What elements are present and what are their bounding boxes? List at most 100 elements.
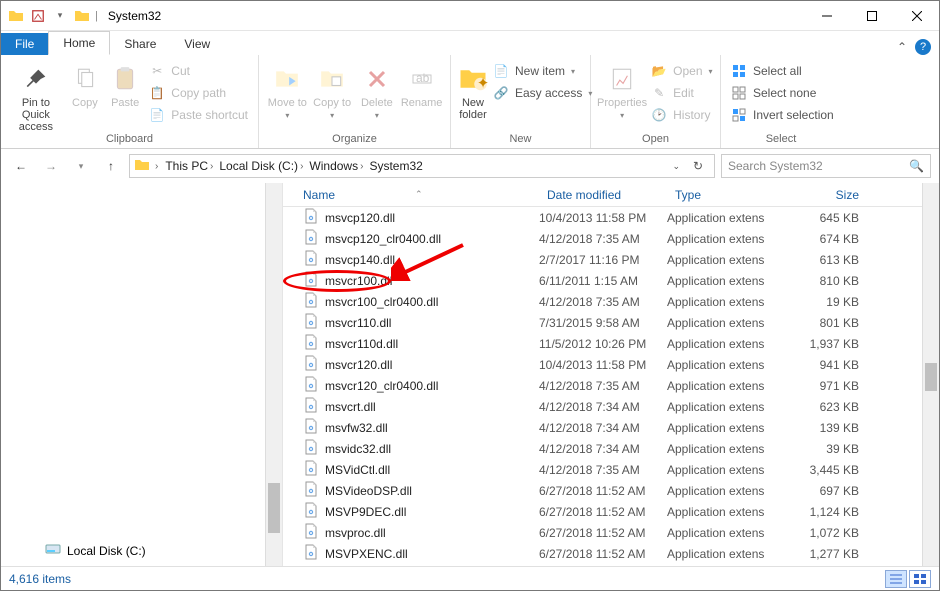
file-row[interactable]: msvcp140.dll2/7/2017 11:16 PMApplication… (283, 249, 939, 270)
crumb-windows[interactable]: Windows› (307, 159, 365, 173)
nav-scrollbar[interactable] (265, 183, 282, 566)
file-row[interactable]: MSVP9DEC.dll6/27/2018 11:52 AMApplicatio… (283, 501, 939, 522)
ribbon-collapse-icon[interactable]: ⌃ (897, 40, 907, 54)
address-bar[interactable]: › This PC› Local Disk (C:)› Windows› Sys… (129, 154, 715, 178)
group-label-select: Select (721, 133, 841, 148)
file-size-cell: 1,072 KB (787, 526, 877, 540)
file-row[interactable]: msvcr100.dll6/11/2011 1:15 AMApplication… (283, 270, 939, 291)
file-row[interactable]: MSVidCtl.dll4/12/2018 7:35 AMApplication… (283, 459, 939, 480)
file-row[interactable]: msvcr110.dll7/31/2015 9:58 AMApplication… (283, 312, 939, 333)
select-all-button[interactable]: Select all (727, 61, 838, 81)
svg-text:ab: ab (416, 71, 430, 85)
dll-file-icon (303, 313, 319, 332)
file-row[interactable]: msvcp120_clr0400.dll4/12/2018 7:35 AMApp… (283, 228, 939, 249)
thumbnails-view-button[interactable] (909, 570, 931, 588)
file-row[interactable]: MSVideoDSP.dll6/27/2018 11:52 AMApplicat… (283, 480, 939, 501)
dll-file-icon (303, 481, 319, 500)
file-name-cell: msvcr120.dll (283, 355, 539, 374)
tab-home[interactable]: Home (48, 31, 110, 55)
qat-properties-icon[interactable] (29, 7, 47, 25)
file-name-cell: msvproc.dll (283, 523, 539, 542)
file-date-cell: 10/4/2013 11:58 PM (539, 211, 667, 225)
properties-button[interactable]: Properties▾ (597, 59, 647, 120)
file-row[interactable]: msvcr110d.dll11/5/2012 10:26 PMApplicati… (283, 333, 939, 354)
file-row[interactable]: msvcrt.dll4/12/2018 7:34 AMApplication e… (283, 396, 939, 417)
chevron-right-icon[interactable]: › (152, 161, 161, 172)
nav-local-disk[interactable]: Local Disk (C:) (45, 541, 146, 560)
column-date[interactable]: Date modified (539, 188, 667, 202)
file-row[interactable]: MSVPXENC.dll6/27/2018 11:52 AMApplicatio… (283, 543, 939, 564)
move-to-button[interactable]: Move to▾ (265, 59, 310, 120)
paste-icon (109, 63, 141, 95)
open-button[interactable]: 📂Open▾ (647, 61, 716, 81)
column-size[interactable]: Size (787, 188, 877, 202)
pin-quick-access-button[interactable]: Pin to Quick access (7, 59, 65, 133)
delete-button[interactable]: Delete▾ (355, 59, 400, 120)
copy-button[interactable]: Copy (65, 59, 105, 109)
navigation-pane[interactable]: Local Disk (C:) (1, 183, 283, 566)
file-row[interactable]: msvcp120.dll10/4/2013 11:58 PMApplicatio… (283, 207, 939, 228)
edit-button[interactable]: ✎Edit (647, 83, 716, 103)
file-size-cell: 971 KB (787, 379, 877, 393)
dll-file-icon (303, 376, 319, 395)
file-name-cell: MSVPXENC.dll (283, 544, 539, 563)
column-name[interactable]: Name⌃ (283, 188, 539, 202)
file-row[interactable]: msvcr120_clr0400.dll4/12/2018 7:35 AMApp… (283, 375, 939, 396)
chevron-down-icon[interactable]: ▾ (51, 7, 69, 25)
file-row[interactable]: msvidc32.dll4/12/2018 7:34 AMApplication… (283, 438, 939, 459)
paste-button[interactable]: Paste (105, 59, 145, 109)
search-input[interactable]: Search System32 🔍 (721, 154, 931, 178)
dll-file-icon (303, 502, 319, 521)
file-scrollbar[interactable] (922, 183, 939, 566)
copy-to-button[interactable]: Copy to▾ (310, 59, 355, 120)
rename-button[interactable]: ab Rename (399, 59, 444, 109)
file-row[interactable]: msvcr120.dll10/4/2013 11:58 PMApplicatio… (283, 354, 939, 375)
column-headers: Name⌃ Date modified Type Size (283, 183, 939, 207)
up-button[interactable]: ↑ (99, 154, 123, 178)
crumb-local-disk[interactable]: Local Disk (C:)› (217, 159, 305, 173)
file-row[interactable]: msvproc.dll6/27/2018 11:52 AMApplication… (283, 522, 939, 543)
crumb-this-pc[interactable]: This PC› (163, 159, 215, 173)
cut-button[interactable]: ✂Cut (145, 61, 252, 81)
file-name-cell: MSVideoDSP.dll (283, 481, 539, 500)
paste-shortcut-button[interactable]: 📄Paste shortcut (145, 105, 252, 125)
window-title: System32 (108, 9, 161, 23)
new-item-button[interactable]: 📄New item▾ (489, 61, 596, 81)
file-type-cell: Application extens (667, 358, 787, 372)
dll-file-icon (303, 460, 319, 479)
copy-path-button[interactable]: 📋Copy path (145, 83, 252, 103)
invert-selection-button[interactable]: Invert selection (727, 105, 838, 125)
recent-locations-button[interactable]: ▾ (69, 154, 93, 178)
back-button[interactable]: ← (9, 154, 33, 178)
help-icon[interactable]: ? (915, 39, 931, 55)
dll-file-icon (303, 523, 319, 542)
column-type[interactable]: Type (667, 188, 787, 202)
select-none-button[interactable]: Select none (727, 83, 838, 103)
invert-selection-icon (731, 107, 747, 123)
file-size-cell: 139 KB (787, 421, 877, 435)
file-date-cell: 4/12/2018 7:35 AM (539, 295, 667, 309)
tab-share[interactable]: Share (110, 33, 170, 55)
refresh-button[interactable]: ↻ (686, 159, 710, 173)
close-button[interactable] (894, 1, 939, 31)
dll-file-icon (303, 397, 319, 416)
file-name-cell: msvcr110d.dll (283, 334, 539, 353)
tab-file[interactable]: File (1, 33, 48, 55)
maximize-button[interactable] (849, 1, 894, 31)
tab-view[interactable]: View (170, 33, 224, 55)
file-row[interactable]: msvfw32.dll4/12/2018 7:34 AMApplication … (283, 417, 939, 438)
details-view-button[interactable] (885, 570, 907, 588)
edit-icon: ✎ (651, 85, 667, 101)
forward-button[interactable]: → (39, 154, 63, 178)
history-button[interactable]: 🕑History (647, 105, 716, 125)
easy-access-button[interactable]: 🔗Easy access▾ (489, 83, 596, 103)
new-folder-button[interactable]: ✦ New folder (457, 59, 489, 121)
crumb-system32[interactable]: System32 (367, 159, 424, 173)
file-type-cell: Application extens (667, 316, 787, 330)
file-row[interactable]: msvcr100_clr0400.dll4/12/2018 7:35 AMApp… (283, 291, 939, 312)
dll-file-icon (303, 334, 319, 353)
file-name-cell: MSVidCtl.dll (283, 460, 539, 479)
chevron-down-icon[interactable]: ⌄ (672, 161, 680, 172)
minimize-button[interactable] (804, 1, 849, 31)
file-name-cell: msvcr120_clr0400.dll (283, 376, 539, 395)
